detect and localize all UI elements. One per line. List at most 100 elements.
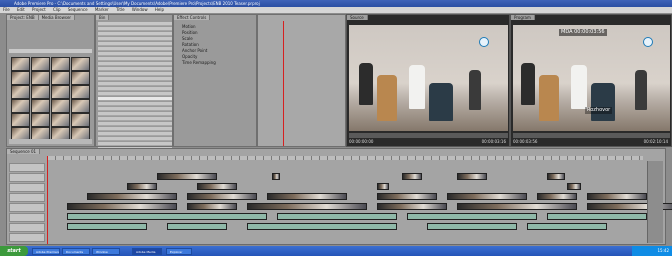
timeline-track[interactable] — [47, 163, 645, 170]
taskbar-item-premiere[interactable]: Adobe Premiere Pro — [32, 248, 60, 255]
bin-list-item[interactable] — [98, 142, 172, 146]
track-header[interactable] — [9, 203, 45, 212]
clip-thumbnail[interactable] — [31, 113, 50, 127]
effect-playhead[interactable] — [283, 21, 284, 146]
track-header[interactable] — [9, 233, 45, 242]
tab-bin[interactable]: Bin — [96, 15, 110, 20]
bin-list-item[interactable] — [98, 77, 172, 81]
track-header[interactable] — [9, 163, 45, 172]
audio-clip[interactable] — [67, 213, 267, 220]
audio-clip[interactable] — [67, 223, 147, 230]
tab-effect-controls[interactable]: Effect Controls — [174, 15, 211, 20]
track-header[interactable] — [9, 193, 45, 202]
time-ruler[interactable] — [47, 156, 643, 160]
video-clip[interactable] — [587, 193, 647, 200]
clip-thumbnail[interactable] — [11, 71, 30, 85]
clip-thumbnail[interactable] — [51, 113, 70, 127]
clip-thumbnail[interactable] — [71, 99, 90, 113]
video-clip[interactable] — [377, 183, 389, 190]
audio-clip[interactable] — [167, 223, 227, 230]
timeline-track[interactable] — [47, 193, 647, 200]
video-clip[interactable] — [247, 203, 367, 210]
tab-sequence[interactable]: Sequence 01 — [7, 149, 41, 154]
bin-list-item[interactable] — [98, 42, 172, 46]
tab-program[interactable]: Program — [511, 15, 535, 20]
audio-clip[interactable] — [277, 213, 397, 220]
menu-marker[interactable]: Marker — [95, 7, 109, 12]
video-clip[interactable] — [187, 193, 257, 200]
track-header[interactable] — [9, 223, 45, 232]
menu-edit[interactable]: Edit — [17, 7, 25, 12]
bin-list-item[interactable] — [98, 37, 172, 41]
audio-clip[interactable] — [527, 223, 607, 230]
bin-list-item[interactable] — [98, 127, 172, 131]
bin-list-item[interactable] — [98, 72, 172, 76]
clip-thumbnail[interactable] — [51, 99, 70, 113]
clip-thumbnail[interactable] — [31, 57, 50, 71]
video-clip[interactable] — [157, 173, 217, 180]
tab-source[interactable]: Source — [347, 15, 368, 20]
audio-clip[interactable] — [427, 223, 517, 230]
bin-list-item[interactable] — [98, 32, 172, 36]
clip-thumbnail[interactable] — [31, 85, 50, 99]
video-clip[interactable] — [447, 193, 527, 200]
taskbar-item-window[interactable]: Window — [92, 248, 120, 255]
video-clip[interactable] — [187, 203, 237, 210]
clip-thumbnail[interactable] — [51, 85, 70, 99]
bin-list-item[interactable] — [98, 52, 172, 56]
bin-list-item[interactable] — [98, 92, 172, 96]
bin-list-item[interactable] — [98, 122, 172, 126]
clip-thumbnail[interactable] — [11, 113, 30, 127]
timeline-track[interactable] — [47, 203, 672, 210]
audio-clip[interactable] — [247, 223, 397, 230]
clip-thumbnail[interactable] — [71, 57, 90, 71]
menu-clip[interactable]: Clip — [53, 7, 61, 12]
menu-sequence[interactable]: Sequence — [68, 7, 88, 12]
menu-title[interactable]: Title — [116, 7, 125, 12]
video-clip[interactable] — [67, 203, 177, 210]
bin-list-item[interactable] — [98, 47, 172, 51]
video-clip[interactable] — [377, 193, 437, 200]
menu-project[interactable]: Project — [32, 7, 46, 12]
video-clip[interactable] — [567, 183, 581, 190]
bin-list-item[interactable] — [98, 67, 172, 71]
video-clip[interactable] — [272, 173, 280, 180]
fx-time-remapping[interactable]: Time Remapping — [182, 60, 256, 66]
clip-thumbnail[interactable] — [51, 71, 70, 85]
taskbar-item-explorer[interactable]: Explorer — [166, 248, 192, 255]
bin-list-item[interactable] — [98, 57, 172, 61]
project-search-field[interactable] — [9, 49, 92, 53]
bin-list-item[interactable] — [98, 137, 172, 141]
bin-list-item[interactable] — [98, 97, 172, 101]
taskbar-item-adobe-media[interactable]: Adobe Media — [132, 248, 162, 255]
track-header[interactable] — [9, 183, 45, 192]
timeline-playhead[interactable] — [47, 156, 48, 244]
clip-thumbnail[interactable] — [11, 85, 30, 99]
clip-thumbnail[interactable] — [51, 57, 70, 71]
timeline-track[interactable] — [47, 213, 647, 220]
program-scrub-bar[interactable] — [513, 133, 670, 138]
video-clip[interactable] — [547, 173, 565, 180]
menu-window[interactable]: Window — [132, 7, 148, 12]
timeline-track[interactable] — [47, 183, 645, 190]
bin-list-item[interactable] — [98, 27, 172, 31]
tab-project[interactable]: Project: ENB — [7, 15, 39, 20]
clip-thumbnail[interactable] — [71, 71, 90, 85]
bin-list-item[interactable] — [98, 132, 172, 136]
clip-thumbnail[interactable] — [11, 57, 30, 71]
clip-thumbnail[interactable] — [31, 71, 50, 85]
clip-thumbnail[interactable] — [31, 99, 50, 113]
track-header[interactable] — [9, 173, 45, 182]
start-button[interactable]: start — [0, 246, 28, 256]
video-clip[interactable] — [402, 173, 422, 180]
bin-list-item[interactable] — [98, 107, 172, 111]
clip-thumbnail[interactable] — [71, 113, 90, 127]
timeline-track[interactable] — [47, 233, 645, 240]
menu-help[interactable]: Help — [155, 7, 164, 12]
video-clip[interactable] — [267, 193, 347, 200]
audio-clip[interactable] — [407, 213, 537, 220]
video-clip[interactable] — [87, 193, 177, 200]
bin-list-item[interactable] — [98, 62, 172, 66]
video-clip[interactable] — [377, 203, 447, 210]
track-header[interactable] — [9, 213, 45, 222]
